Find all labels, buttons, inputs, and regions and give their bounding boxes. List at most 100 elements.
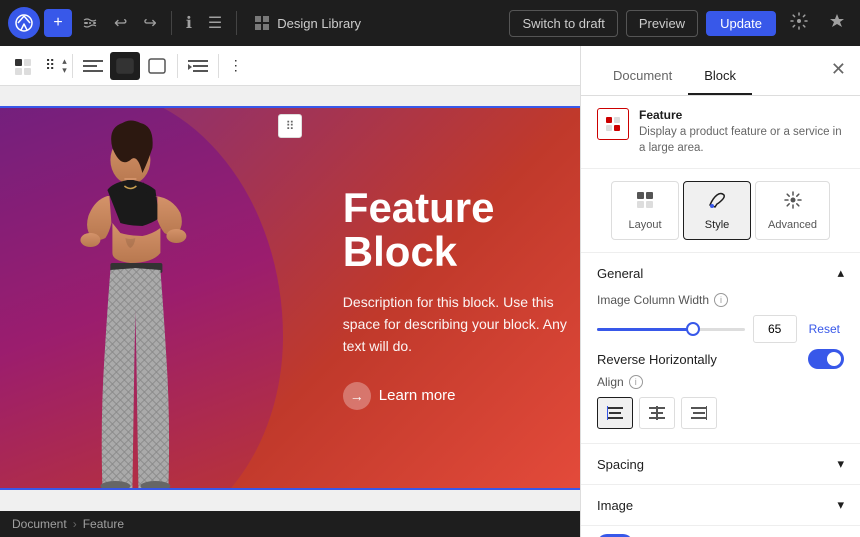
top-bar: + ↩ ↪ ℹ ☰ Design Library Switch to draft… (0, 0, 860, 46)
slider-fill (597, 328, 693, 331)
panel-close-button[interactable]: ✕ (829, 58, 848, 80)
general-label: General (597, 266, 643, 281)
feature-block-canvas[interactable]: ⠿ (0, 106, 580, 490)
feature-block-icon (597, 108, 629, 140)
slider-thumb[interactable] (686, 322, 700, 336)
align-right-button[interactable] (681, 397, 717, 429)
general-chevron-up-icon: ▴ (837, 265, 844, 281)
update-button[interactable]: Update (706, 11, 776, 36)
align-control: Align i (597, 375, 844, 429)
feature-title[interactable]: Feature Block (343, 186, 580, 274)
wp-logo (8, 7, 40, 39)
cta-circle-icon: → (343, 382, 371, 410)
style-tab-advanced-label: Advanced (768, 219, 817, 231)
title-toggle-row[interactable]: Title ▾ (581, 526, 860, 537)
reverse-horizontally-label: Reverse Horizontally (597, 352, 717, 367)
spacing-chevron-down-icon: ▾ (837, 456, 844, 472)
image-column-width-label: Image Column Width i (597, 293, 844, 307)
style-tab-advanced[interactable]: Advanced (755, 181, 830, 240)
breadcrumb-parent[interactable]: Document (12, 517, 67, 531)
tab-document[interactable]: Document (597, 58, 688, 95)
toggle-knob (827, 352, 841, 366)
image-column-width-info-icon[interactable]: i (714, 293, 728, 307)
align-buttons (597, 397, 844, 429)
plugin-button[interactable] (822, 6, 852, 41)
panel-header: Document Block ✕ (581, 46, 860, 96)
image-section-header[interactable]: Image ▾ (581, 485, 860, 525)
switch-to-draft-button[interactable]: Switch to draft (509, 10, 617, 37)
move-up-down[interactable]: ▴ ▾ (62, 57, 67, 75)
align-label: Align i (597, 375, 844, 389)
feature-description[interactable]: Description for this block. Use this spa… (343, 291, 580, 358)
feature-info: Feature Display a product feature or a s… (581, 96, 860, 169)
layout-icon (635, 190, 655, 215)
feature-cta[interactable]: → Learn more (343, 382, 580, 410)
feature-block-content: Feature Block Description for this block… (0, 108, 580, 488)
design-library[interactable]: Design Library (245, 10, 369, 36)
block-style-solid-button[interactable] (110, 52, 140, 80)
toolbar-sep3 (218, 54, 219, 78)
indent-button[interactable] (183, 53, 213, 79)
move-button[interactable]: ⠿ (40, 52, 60, 79)
feature-block-info-text: Feature Display a product feature or a s… (639, 108, 844, 156)
editor-area: ⠿ ▴ ▾ ⋮ ⠿ (0, 46, 580, 537)
block-toolbar: ⠿ ▴ ▾ ⋮ (0, 46, 580, 86)
general-section-content: Image Column Width i 65 Reset (581, 293, 860, 443)
style-tab-layout[interactable]: Layout (611, 181, 679, 240)
reset-button[interactable]: Reset (805, 320, 844, 338)
style-icon (707, 190, 727, 215)
toolbar-sep2 (177, 54, 178, 78)
separator (171, 11, 172, 35)
tab-block[interactable]: Block (688, 58, 752, 95)
drag-handle[interactable]: ⠿ (278, 114, 302, 138)
spacing-section: Spacing ▾ (581, 444, 860, 485)
align-left-button[interactable] (597, 397, 633, 429)
tools-button[interactable] (76, 9, 104, 37)
block-selector-button[interactable] (8, 51, 38, 81)
toolbar-sep1 (72, 54, 73, 78)
list-view-button[interactable]: ☰ (202, 7, 228, 39)
spacing-label: Spacing (597, 457, 644, 472)
preview-button[interactable]: Preview (626, 10, 698, 37)
feature-info-desc: Display a product feature or a service i… (639, 124, 844, 156)
cta-label: Learn more (379, 387, 456, 404)
redo-button[interactable]: ↪ (137, 7, 162, 39)
add-block-button[interactable]: + (44, 9, 72, 37)
canvas-area: ⠿ (0, 86, 580, 511)
undo-button[interactable]: ↩ (108, 7, 133, 39)
feature-info-title: Feature (639, 108, 844, 122)
more-options-button[interactable]: ⋮ (224, 52, 248, 79)
feature-person-image (0, 108, 323, 488)
canvas-wrapper: ⠿ (0, 106, 580, 490)
image-section: Image ▾ (581, 485, 860, 526)
reverse-horizontally-toggle[interactable] (808, 349, 844, 369)
image-column-width-input[interactable]: 65 (753, 315, 797, 343)
general-section: General ▴ Image Column Width i (581, 253, 860, 444)
image-label: Image (597, 498, 633, 513)
image-column-width-control: 65 Reset (597, 315, 844, 343)
info-button[interactable]: ℹ (180, 7, 198, 39)
align-left-button[interactable] (78, 53, 108, 79)
style-tab-layout-label: Layout (629, 219, 662, 231)
style-tab-style[interactable]: Style (683, 181, 751, 240)
feature-content-side: Feature Block Description for this block… (323, 108, 580, 488)
breadcrumb-current: Feature (83, 517, 124, 531)
editor-layout: ⠿ ▴ ▾ ⋮ ⠿ (0, 46, 860, 537)
breadcrumb: Document › Feature (0, 511, 580, 537)
image-column-width-slider[interactable] (597, 319, 745, 339)
right-panel: Document Block ✕ Feature Display a produ… (580, 46, 860, 537)
breadcrumb-separator: › (73, 517, 77, 531)
block-style-outline-button[interactable] (142, 52, 172, 80)
style-tab-style-label: Style (705, 219, 729, 231)
align-center-button[interactable] (639, 397, 675, 429)
settings-button[interactable] (784, 6, 814, 41)
style-tabs: Layout Style Advanced (581, 169, 860, 253)
top-bar-right: Switch to draft Preview Update (509, 6, 852, 41)
design-library-label: Design Library (277, 16, 361, 31)
feature-image-side (0, 108, 323, 488)
general-section-header[interactable]: General ▴ (581, 253, 860, 293)
separator2 (236, 11, 237, 35)
slider-track (597, 328, 745, 331)
align-info-icon[interactable]: i (629, 375, 643, 389)
spacing-section-header[interactable]: Spacing ▾ (581, 444, 860, 484)
